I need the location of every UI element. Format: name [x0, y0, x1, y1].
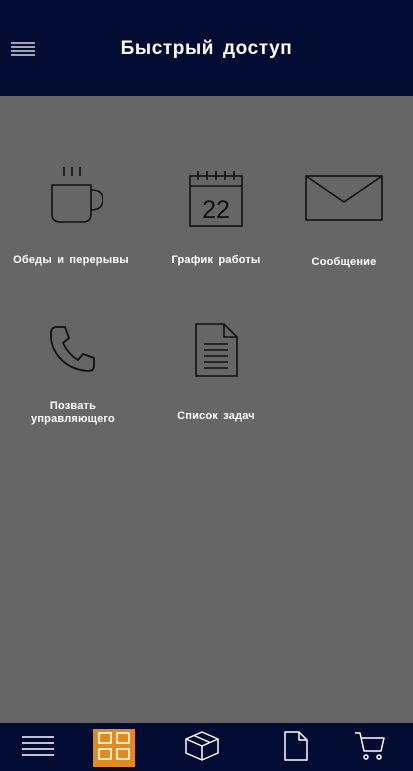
envelope-icon: [304, 174, 384, 224]
tile-call-manager[interactable]: Позвать управляющего: [3, 324, 143, 426]
bottom-navigation: [0, 723, 413, 771]
nav-quick-access-button[interactable]: [93, 729, 135, 767]
menu-list-icon: [21, 735, 55, 762]
box-icon: [185, 730, 219, 766]
tile-lunches-and-breaks[interactable]: Обеды и перерывы: [1, 164, 141, 267]
document-icon: [283, 730, 309, 766]
coffee-cup-icon: [39, 164, 103, 228]
nav-cart-button[interactable]: [349, 729, 391, 767]
nav-menu-button[interactable]: [17, 729, 59, 767]
tile-label: Обеды и перерывы: [13, 254, 129, 266]
page-title: Быстрый доступ: [120, 38, 293, 59]
document-icon: [192, 322, 240, 378]
tile-label: Позвать управляющего: [31, 400, 115, 425]
cart-icon: [354, 731, 386, 766]
top-app-bar: Быстрый доступ: [0, 0, 413, 96]
tile-message[interactable]: Сообщение: [274, 174, 413, 269]
tile-task-list[interactable]: Список задач: [146, 322, 286, 423]
tile-work-schedule[interactable]: 22 График работы: [146, 170, 286, 267]
nav-documents-button[interactable]: [275, 729, 317, 767]
quick-access-grid: Обеды и перерывы 22 График работы Сообще…: [0, 96, 413, 723]
nav-products-button[interactable]: [181, 729, 223, 767]
grid-icon: [98, 731, 130, 765]
tile-label: Список задач: [177, 410, 255, 422]
tile-label: Сообщение: [311, 256, 377, 268]
phone-icon: [48, 324, 98, 374]
tile-label: График работы: [171, 254, 261, 266]
calendar-icon: 22: [188, 170, 244, 228]
calendar-day-number: 22: [202, 196, 230, 224]
